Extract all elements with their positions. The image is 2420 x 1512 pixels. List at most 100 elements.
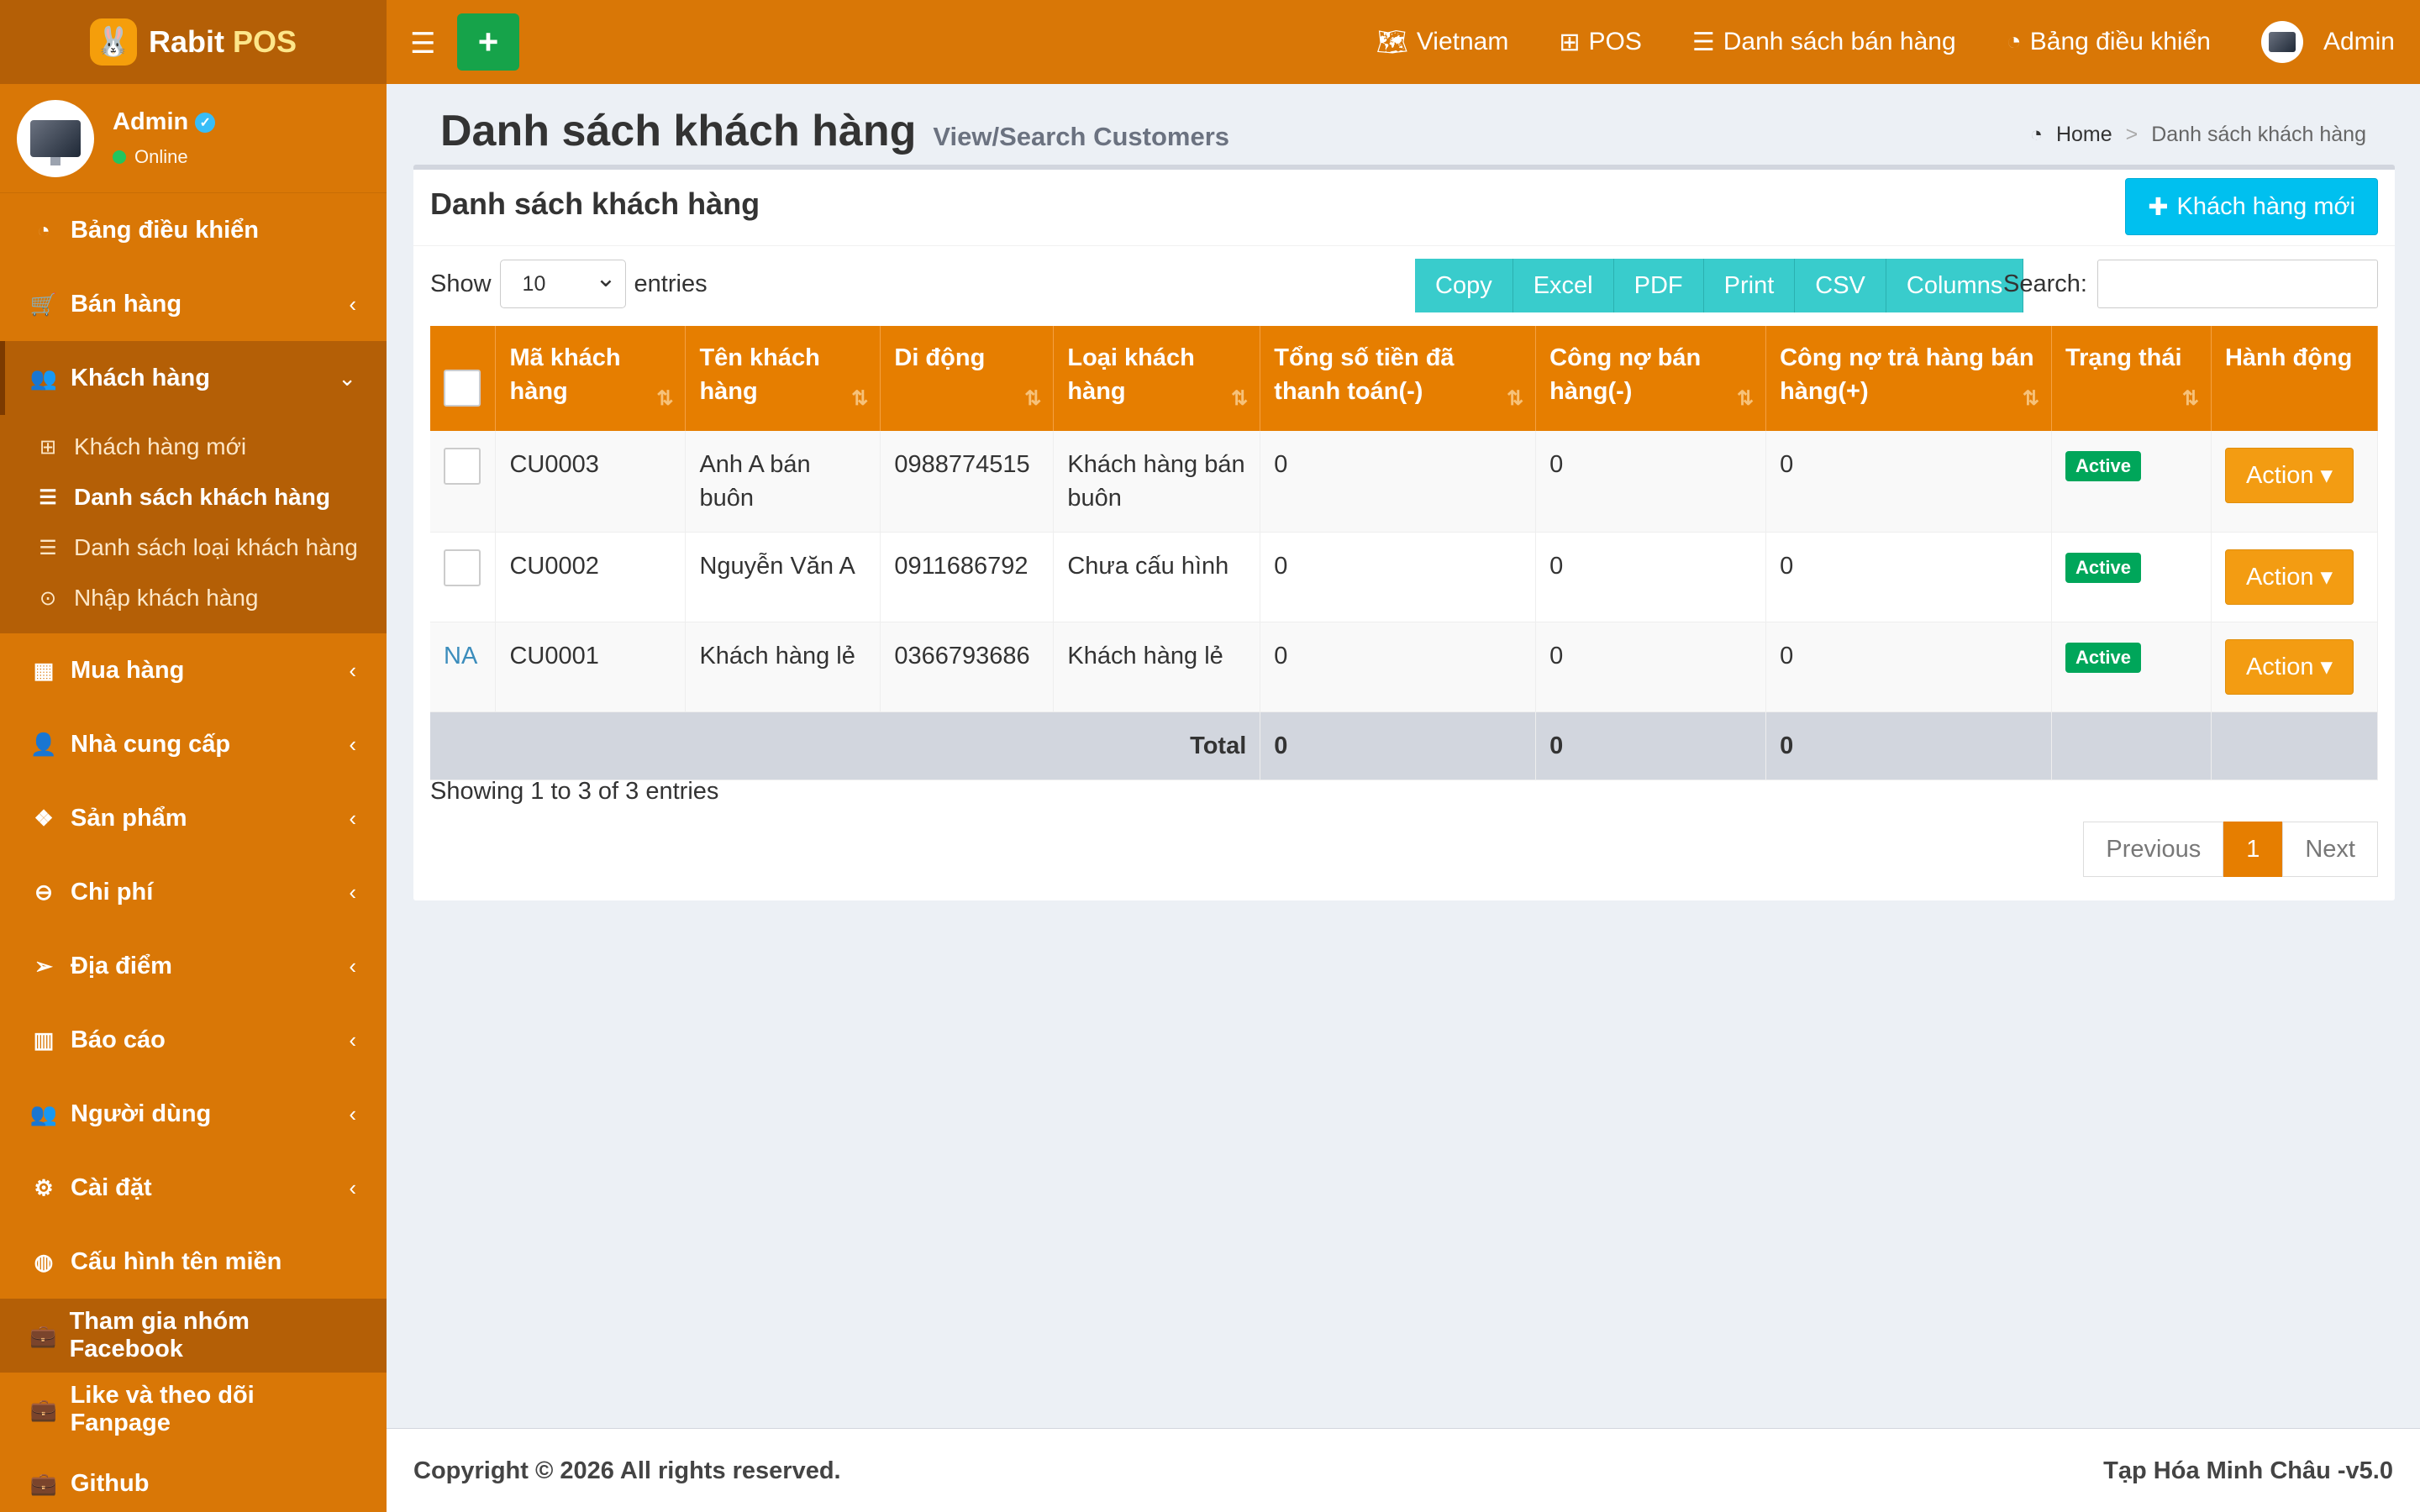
row-checkbox[interactable] bbox=[444, 549, 481, 586]
chevron-left-icon: ‹ bbox=[349, 953, 356, 979]
sales-list-link[interactable]: ☰ Danh sách bán hàng bbox=[1692, 28, 1956, 57]
show-label: Show bbox=[430, 270, 492, 297]
sidebar-item-fanpage[interactable]: 💼 Like và theo dõi Fanpage bbox=[0, 1373, 387, 1446]
search: Search: bbox=[2003, 259, 2378, 309]
table-header-row: Mã khách hàng ⇅ Tên khách hàng ⇅ Di động ⇅ … bbox=[430, 326, 2379, 431]
users-icon: 👥 bbox=[29, 1100, 58, 1126]
logo-text: Rabit POS bbox=[149, 24, 297, 60]
sub-item-import-customers[interactable]: ⊙ Nhập khách hàng bbox=[0, 573, 387, 623]
table-cell: 0911686792 bbox=[880, 532, 1055, 622]
users-icon: 👥 bbox=[29, 365, 58, 391]
table-cell: CU0001 bbox=[495, 622, 687, 712]
sidebar-item-settings[interactable]: ⚙ Cài đặt ‹ bbox=[0, 1151, 387, 1225]
action-label: Action bbox=[2245, 462, 2314, 489]
sub-item-customer-list[interactable]: ☰ Danh sách khách hàng bbox=[0, 472, 387, 522]
previous-page-button[interactable]: Previous bbox=[2083, 822, 2224, 877]
hamburger-menu-icon[interactable]: ☰ bbox=[410, 27, 435, 60]
sidebar-item-customers[interactable]: 👥 Khách hàng ⌄ bbox=[0, 341, 387, 415]
sub-item-label: Danh sách loại khách hàng bbox=[74, 534, 358, 560]
sidebar-item-facebook-group[interactable]: 💼 Tham gia nhóm Facebook bbox=[0, 1299, 387, 1373]
column-header[interactable]: Mã khách hàng ⇅ bbox=[495, 326, 687, 431]
sidebar-item-label: Mua hàng bbox=[71, 656, 185, 684]
briefcase-icon: 💼 bbox=[29, 1396, 57, 1422]
paper-plane-icon: ➢ bbox=[34, 953, 53, 979]
sidebar: 🐰 Rabit POS Admin ✓ Online ◔ Bảng điều khi… bbox=[0, 0, 387, 1512]
chevron-left-icon: ‹ bbox=[349, 879, 356, 905]
column-header: Hành động bbox=[2211, 326, 2379, 431]
search-input[interactable] bbox=[2097, 260, 2378, 308]
language-link[interactable]: 🗺 Vietnam bbox=[1376, 28, 1509, 57]
action-dropdown-button[interactable]: Action ▾ bbox=[2224, 639, 2354, 695]
chevron-left-icon: ‹ bbox=[349, 805, 356, 831]
chevron-left-icon: ‹ bbox=[349, 657, 356, 683]
sidebar-item-label: Khách hàng bbox=[71, 364, 210, 391]
sidebar-item-suppliers[interactable]: 👤 Nhà cung cấp ‹ bbox=[0, 707, 387, 781]
column-header[interactable]: Tên khách hàng ⇅ bbox=[685, 326, 881, 431]
language-label: Vietnam bbox=[1416, 28, 1509, 55]
table-cell: 0988774515 bbox=[880, 431, 1055, 533]
quick-add-button[interactable]: + bbox=[457, 13, 519, 71]
sidebar-item-dashboard[interactable]: ◔ Bảng điều khiển bbox=[0, 193, 387, 267]
column-header[interactable]: Trạng thái ⇅ bbox=[2051, 326, 2212, 431]
column-header[interactable]: Công nợ trả hàng bán hàng(+) ⇅ bbox=[1765, 326, 2052, 431]
dashboard-icon: ◔ bbox=[2029, 123, 2043, 146]
user-menu[interactable]: Admin bbox=[2260, 21, 2395, 63]
table-cell: 0 bbox=[1535, 431, 1767, 533]
sub-item-label: Nhập khách hàng bbox=[74, 585, 259, 611]
column-header[interactable]: Công nợ bán hàng(-) ⇅ bbox=[1535, 326, 1767, 431]
print-button[interactable]: Print bbox=[1703, 259, 1796, 312]
entries-select[interactable]: 10 bbox=[499, 260, 626, 308]
logo[interactable]: 🐰 Rabit POS bbox=[0, 0, 387, 84]
row-select-cell: NA bbox=[430, 622, 497, 712]
pdf-button[interactable]: PDF bbox=[1613, 259, 1704, 312]
action-dropdown-button[interactable]: Action ▾ bbox=[2224, 549, 2354, 605]
plus-square-icon: ⊞ bbox=[39, 435, 57, 459]
box-divider bbox=[413, 245, 2395, 246]
total-empty bbox=[2051, 711, 2212, 780]
sidebar-item-reports[interactable]: ▥ Báo cáo ‹ bbox=[0, 1003, 387, 1077]
sidebar-item-users[interactable]: 👥 Người dùng ‹ bbox=[0, 1077, 387, 1151]
column-header[interactable]: Tổng số tiền đã thanh toán(-) ⇅ bbox=[1260, 326, 1537, 431]
action-dropdown-button[interactable]: Action ▾ bbox=[2224, 448, 2354, 503]
pos-link[interactable]: ⊞ POS bbox=[1559, 28, 1642, 57]
copy-button[interactable]: Copy bbox=[1415, 259, 1513, 312]
table-row: CU0003 Anh A bán buôn 0988774515 Khách h… bbox=[430, 431, 2379, 533]
column-header[interactable]: Di động ⇅ bbox=[880, 326, 1055, 431]
breadcrumb: ◔ Home > Danh sách khách hàng bbox=[2030, 123, 2366, 147]
status-badge: Active bbox=[2065, 553, 2142, 583]
sales-list-label: Danh sách bán hàng bbox=[1723, 28, 1956, 55]
sub-item-customer-type-list[interactable]: ☰ Danh sách loại khách hàng bbox=[0, 522, 387, 573]
sidebar-item-purchases[interactable]: ▦ Mua hàng ‹ bbox=[0, 633, 387, 707]
sidebar-item-expenses[interactable]: ⊖ Chi phí ‹ bbox=[0, 855, 387, 929]
sidebar-item-sales[interactable]: 🛒 Bán hàng ‹ bbox=[0, 267, 387, 341]
chevron-left-icon: ‹ bbox=[349, 1026, 356, 1053]
sidebar-item-locations[interactable]: ➢ Địa điểm ‹ bbox=[0, 929, 387, 1003]
sub-item-new-customer[interactable]: ⊞ Khách hàng mới bbox=[0, 422, 387, 472]
list-icon: ☰ bbox=[1691, 28, 1715, 56]
page-1-button[interactable]: 1 bbox=[2223, 822, 2283, 877]
new-customer-button[interactable]: ✚ Khách hàng mới bbox=[2125, 178, 2378, 235]
row-checkbox[interactable] bbox=[444, 448, 481, 485]
row-select-na: NA bbox=[444, 643, 478, 669]
dashboard-link[interactable]: ◔ Bảng điều khiển bbox=[2007, 28, 2211, 56]
table-cell: 0 bbox=[1260, 622, 1537, 712]
entries-label: entries bbox=[634, 270, 708, 297]
csv-button[interactable]: CSV bbox=[1795, 259, 1886, 312]
sidebar-item-github[interactable]: 💼 Github bbox=[0, 1446, 387, 1512]
column-header-label: Tên khách hàng bbox=[699, 344, 820, 405]
sort-icon: ⇅ bbox=[656, 387, 674, 410]
column-header[interactable]: Loại khách hàng ⇅ bbox=[1053, 326, 1261, 431]
sidebar-item-domain-config[interactable]: ◍ Cấu hình tên miền bbox=[0, 1225, 387, 1299]
language-icon: 🗺 bbox=[1376, 28, 1408, 56]
excel-button[interactable]: Excel bbox=[1512, 259, 1614, 312]
user-name: Admin bbox=[113, 108, 189, 135]
table-cell: 0 bbox=[1765, 622, 2052, 712]
column-header-label: Loại khách hàng bbox=[1067, 344, 1195, 405]
select-all-checkbox[interactable] bbox=[444, 370, 481, 407]
caret-down-icon: ▾ bbox=[2320, 654, 2333, 680]
bar-chart-icon: ▥ bbox=[33, 1026, 55, 1053]
breadcrumb-home[interactable]: Home bbox=[2056, 123, 2112, 147]
sidebar-item-products[interactable]: ❖ Sản phẩm ‹ bbox=[0, 781, 387, 855]
table-cell: CU0003 bbox=[495, 431, 687, 533]
next-page-button[interactable]: Next bbox=[2282, 822, 2378, 877]
